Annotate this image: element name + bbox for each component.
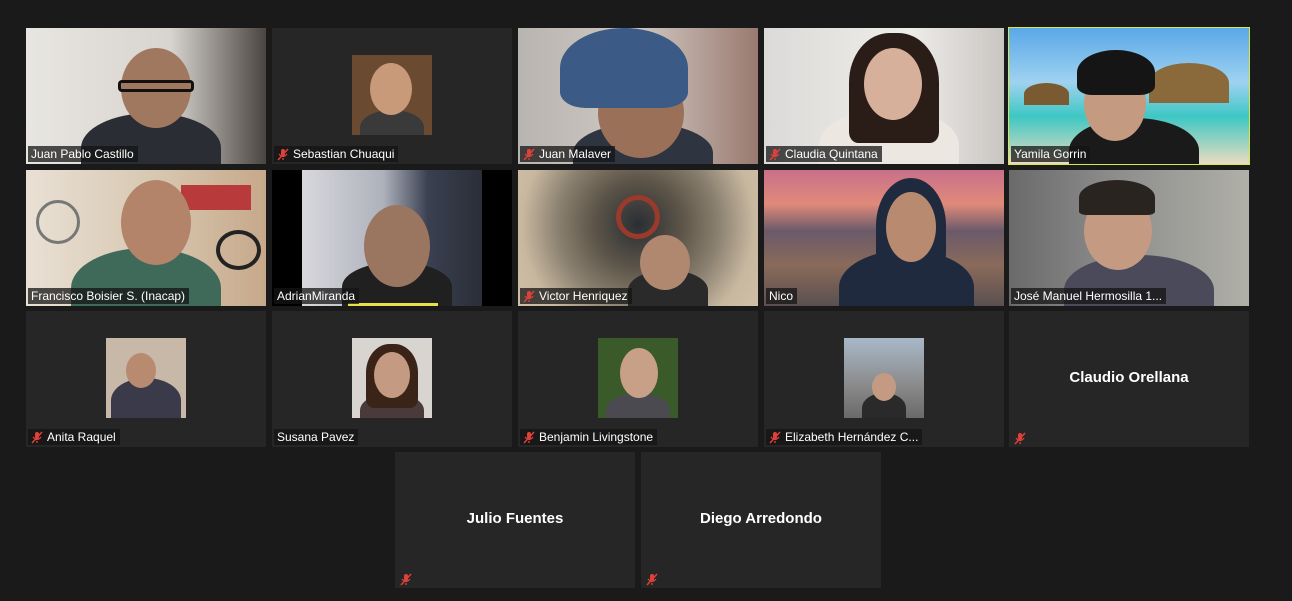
participant-video xyxy=(1009,28,1249,164)
participant-tile[interactable]: Juan Pablo Castillo xyxy=(26,28,266,164)
participant-video xyxy=(518,170,758,306)
audio-level-bar xyxy=(348,303,438,306)
participant-tile[interactable]: Julio Fuentes xyxy=(395,452,635,588)
participant-avatar xyxy=(598,338,678,418)
participant-name-label: Elizabeth Hernández C... xyxy=(766,429,923,445)
mic-muted-icon xyxy=(523,430,535,444)
participant-name-label: Anita Raquel xyxy=(28,429,120,445)
participant-name-label: Francisco Boisier S. (Inacap) xyxy=(28,288,190,304)
participant-avatar xyxy=(352,338,432,418)
mic-muted-icon xyxy=(646,573,658,586)
participant-avatar xyxy=(352,55,432,135)
participant-name-label: Sebastian Chuaqui xyxy=(274,146,399,162)
participant-name-label: Benjamin Livingstone xyxy=(520,429,658,445)
participant-name-label: AdrianMiranda xyxy=(274,288,360,304)
participant-name-label xyxy=(643,573,662,586)
participant-tile-active-speaker[interactable]: Yamila Gorrin xyxy=(1008,27,1250,165)
participant-tile[interactable]: Elizabeth Hernández C... xyxy=(764,311,1004,447)
participant-tile[interactable]: AdrianMiranda xyxy=(272,170,512,306)
mic-muted-icon xyxy=(523,289,535,303)
participant-tile[interactable]: Claudia Quintana xyxy=(764,28,1004,164)
participant-tile[interactable]: Susana Pavez xyxy=(272,311,512,447)
participant-name-label: Yamila Gorrin xyxy=(1011,146,1091,162)
participant-tile[interactable]: Juan Malaver xyxy=(518,28,758,164)
participant-video xyxy=(518,28,758,164)
participant-video xyxy=(26,170,266,306)
participant-tile[interactable]: Diego Arredondo xyxy=(641,452,881,588)
participant-avatar xyxy=(844,338,924,418)
mic-muted-icon xyxy=(769,430,781,444)
participant-name-center: Julio Fuentes xyxy=(466,510,564,527)
participant-video xyxy=(764,28,1004,164)
mic-muted-icon xyxy=(277,147,289,161)
participant-video xyxy=(1009,170,1249,306)
mic-muted-icon xyxy=(769,147,781,161)
participant-name-label: Juan Malaver xyxy=(520,146,616,162)
participant-name-label: Victor Henriquez xyxy=(520,288,632,304)
participant-video xyxy=(26,28,266,164)
participant-tile[interactable]: Benjamin Livingstone xyxy=(518,311,758,447)
participant-tile[interactable]: Anita Raquel xyxy=(26,311,266,447)
mic-muted-icon xyxy=(523,147,535,161)
participant-name-label xyxy=(397,573,416,586)
participant-tile[interactable]: Victor Henriquez xyxy=(518,170,758,306)
participant-name-center: Claudio Orellana xyxy=(1069,369,1189,386)
participant-name-label: Susana Pavez xyxy=(274,429,359,445)
participant-name-label xyxy=(1011,432,1030,445)
participant-tile[interactable]: Francisco Boisier S. (Inacap) xyxy=(26,170,266,306)
mic-muted-icon xyxy=(1014,432,1026,445)
participant-avatar xyxy=(106,338,186,418)
mic-muted-icon xyxy=(400,573,412,586)
participant-name-label: Claudia Quintana xyxy=(766,146,882,162)
participant-tile[interactable]: Nico xyxy=(764,170,1004,306)
participant-name-center: Diego Arredondo xyxy=(700,510,822,527)
participant-tile[interactable]: José Manuel Hermosilla 1... xyxy=(1009,170,1249,306)
mic-muted-icon xyxy=(31,430,43,444)
participant-video xyxy=(272,170,512,306)
participant-video xyxy=(764,170,1004,306)
participant-name-label: José Manuel Hermosilla 1... xyxy=(1011,288,1167,304)
participant-tile[interactable]: Claudio Orellana xyxy=(1009,311,1249,447)
participant-name-label: Nico xyxy=(766,288,798,304)
participant-name-label: Juan Pablo Castillo xyxy=(28,146,138,162)
participant-tile[interactable]: Sebastian Chuaqui xyxy=(272,28,512,164)
